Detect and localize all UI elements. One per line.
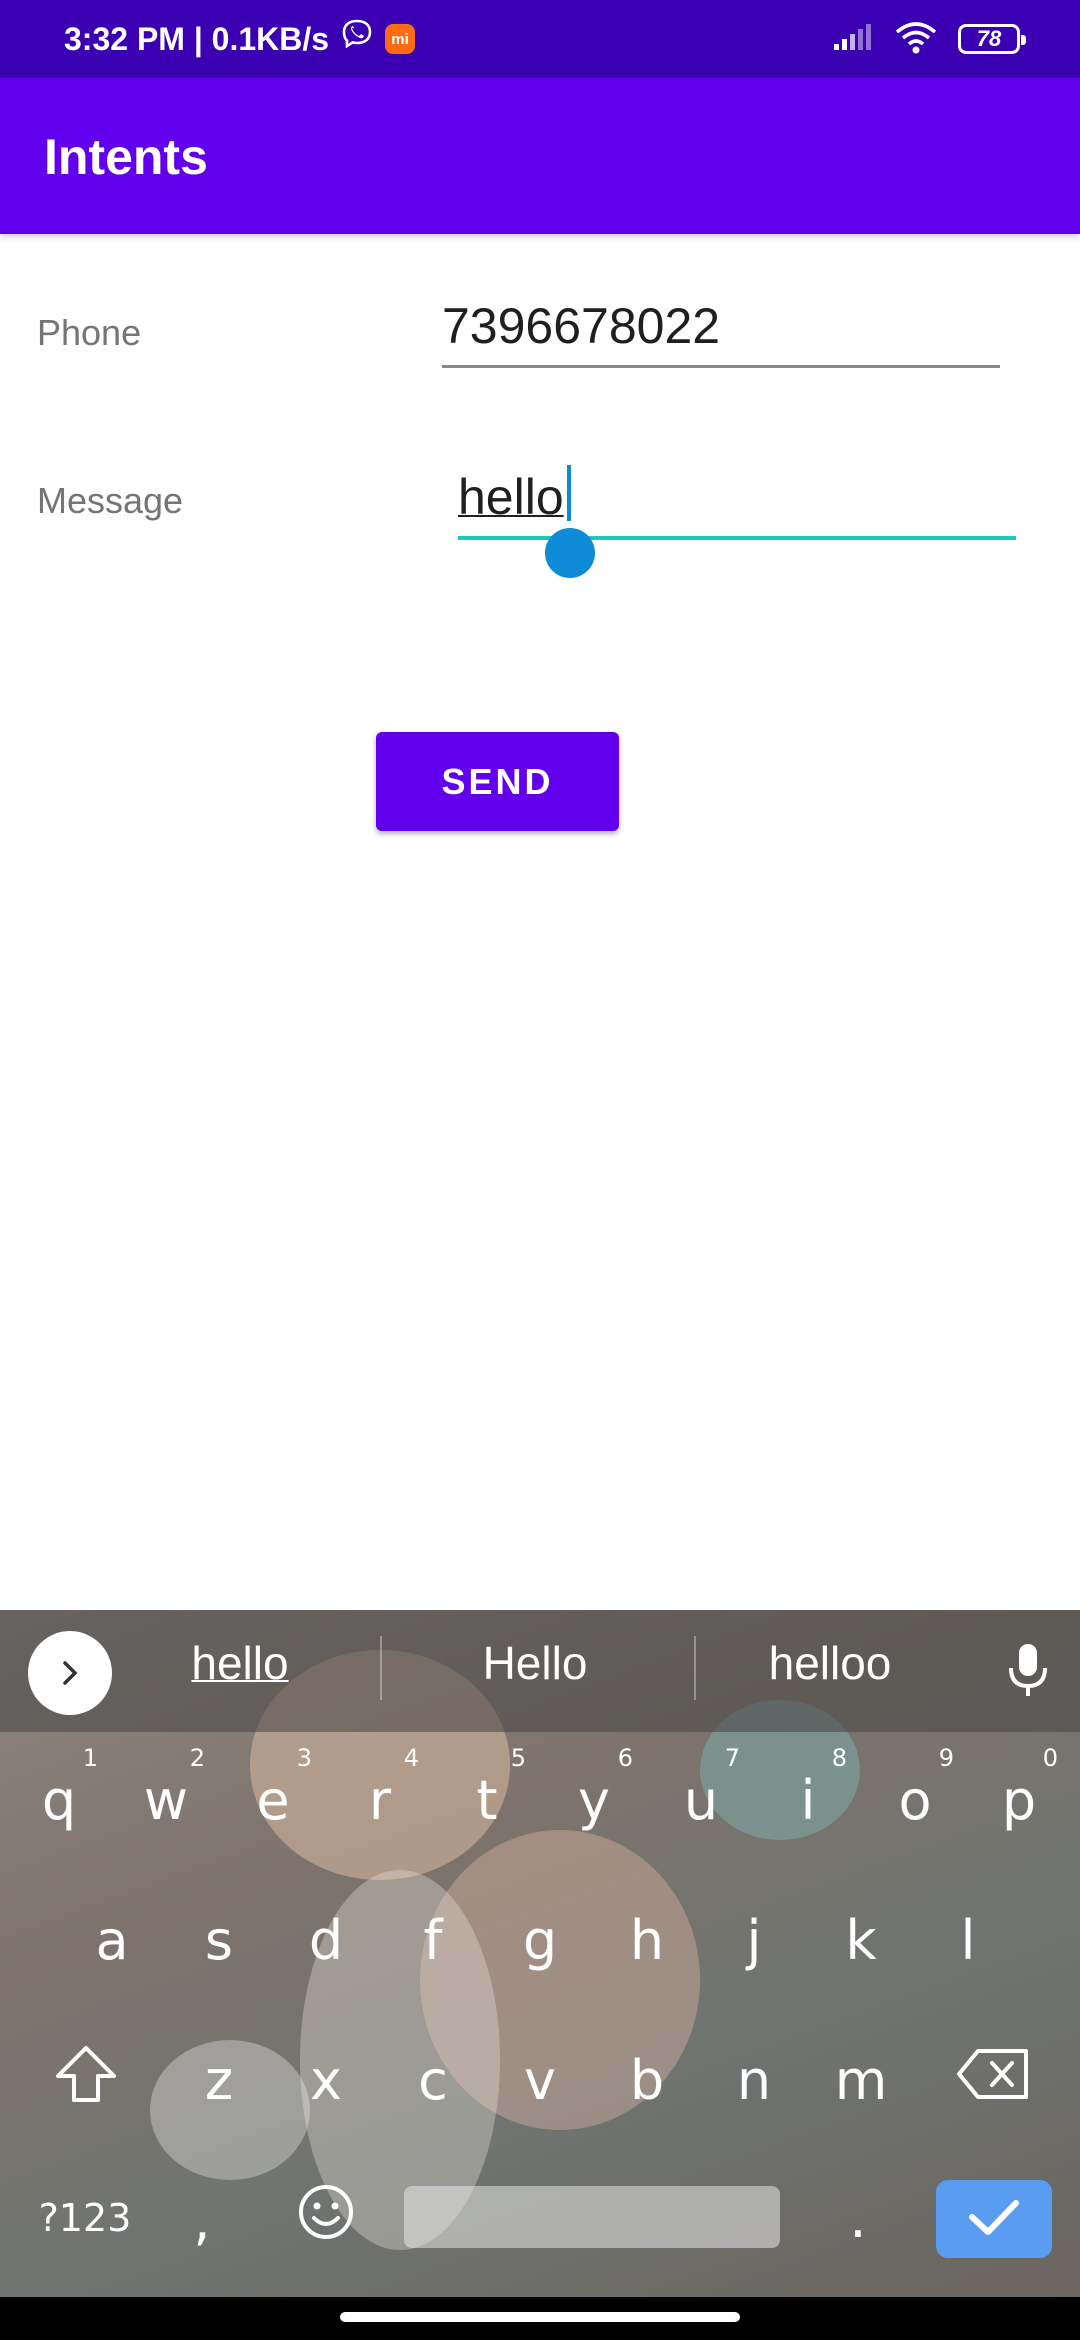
key-r[interactable]: r4 xyxy=(331,1744,429,1850)
message-input[interactable]: hello xyxy=(458,462,1016,540)
send-button[interactable]: SEND xyxy=(376,732,619,831)
mi-app-icon: mi xyxy=(385,24,416,54)
expand-toolbar-button[interactable] xyxy=(28,1631,112,1715)
symbols-key[interactable]: ?123 xyxy=(30,2168,140,2268)
key-i[interactable]: i8 xyxy=(759,1744,857,1850)
key-k[interactable]: k xyxy=(812,1890,910,1990)
key-a[interactable]: a xyxy=(63,1890,161,1990)
key-label: w xyxy=(143,1768,189,1832)
key-n[interactable]: n xyxy=(705,2030,803,2130)
key-label: e xyxy=(256,1768,290,1832)
key-h[interactable]: h xyxy=(598,1890,696,1990)
key-label: r xyxy=(368,1768,392,1832)
key-hint: 7 xyxy=(724,1744,740,1772)
status-bar: 3:32 PM | 0.1KB/s mi 78 xyxy=(0,0,1080,78)
key-d[interactable]: d xyxy=(277,1890,375,1990)
key-y[interactable]: y6 xyxy=(545,1744,643,1850)
key-z[interactable]: z xyxy=(170,2030,268,2130)
status-time-speed: 3:32 PM | 0.1KB/s xyxy=(64,20,330,57)
enter-key[interactable] xyxy=(936,2180,1052,2258)
message-label: Message xyxy=(37,480,184,521)
key-f[interactable]: f xyxy=(384,1890,482,1990)
key-hint: 2 xyxy=(189,1744,205,1772)
suggestion-3[interactable]: helloo xyxy=(740,1636,920,1690)
key-label: i xyxy=(800,1768,816,1832)
key-x[interactable]: x xyxy=(277,2030,375,2130)
key-hint: 6 xyxy=(617,1744,633,1772)
key-hint: 8 xyxy=(831,1744,847,1772)
key-label: q xyxy=(41,1768,77,1832)
key-l[interactable]: l xyxy=(919,1890,1017,1990)
backspace-key[interactable] xyxy=(944,2030,1042,2130)
navigation-bar xyxy=(0,2297,1080,2340)
home-indicator[interactable] xyxy=(340,2312,740,2322)
phone-input[interactable]: 7396678022 xyxy=(442,294,1000,368)
comma-key[interactable]: , xyxy=(172,2170,232,2270)
battery-icon: 78 xyxy=(958,24,1026,54)
suggestion-bar: hello Hello helloo xyxy=(0,1610,1080,1732)
cursor-handle[interactable] xyxy=(545,528,595,578)
suggestion-divider xyxy=(694,1636,696,1700)
key-hint: 0 xyxy=(1042,1744,1058,1772)
key-t[interactable]: t5 xyxy=(438,1744,536,1850)
shift-icon xyxy=(54,2044,118,2117)
status-right: 78 xyxy=(832,14,1026,64)
key-label: t xyxy=(476,1768,498,1832)
key-s[interactable]: s xyxy=(170,1890,268,1990)
suggestion-1[interactable]: hello xyxy=(150,1636,330,1690)
microphone-icon[interactable] xyxy=(1002,1640,1054,1700)
text-cursor xyxy=(567,465,571,521)
key-q[interactable]: q1 xyxy=(10,1744,108,1850)
space-key[interactable] xyxy=(404,2186,780,2248)
signal-icon xyxy=(832,22,874,57)
suggestion-divider xyxy=(380,1636,382,1700)
backspace-icon xyxy=(956,2047,1030,2114)
app-bar: Intents xyxy=(0,78,1080,234)
key-hint: 5 xyxy=(510,1744,526,1772)
key-j[interactable]: j xyxy=(705,1890,803,1990)
key-v[interactable]: v xyxy=(491,2030,589,2130)
phone-label: Phone xyxy=(37,312,142,353)
key-e[interactable]: e3 xyxy=(224,1744,322,1850)
message-value: hello xyxy=(458,469,564,525)
key-p[interactable]: p0 xyxy=(970,1744,1068,1850)
key-b[interactable]: b xyxy=(598,2030,696,2130)
key-o[interactable]: o9 xyxy=(866,1744,964,1850)
shift-key[interactable] xyxy=(37,2030,135,2130)
period-key[interactable]: . xyxy=(808,2168,908,2268)
phone-value: 7396678022 xyxy=(442,298,721,354)
emoji-key[interactable] xyxy=(277,2168,375,2268)
status-left: 3:32 PM | 0.1KB/s mi xyxy=(64,14,416,64)
key-label: u xyxy=(683,1768,719,1832)
key-hint: 9 xyxy=(938,1744,954,1772)
key-hint: 1 xyxy=(82,1744,98,1772)
key-c[interactable]: c xyxy=(384,2030,482,2130)
key-hint: 3 xyxy=(296,1744,312,1772)
checkmark-icon xyxy=(966,2195,1022,2244)
key-label: y xyxy=(578,1768,610,1832)
key-hint: 4 xyxy=(403,1744,419,1772)
emoji-icon xyxy=(297,2183,355,2254)
key-label: p xyxy=(1001,1768,1037,1832)
suggestion-2[interactable]: Hello xyxy=(445,1636,625,1690)
wifi-icon xyxy=(894,20,938,59)
key-m[interactable]: m xyxy=(812,2030,910,2130)
key-label: o xyxy=(898,1768,932,1832)
key-u[interactable]: u7 xyxy=(652,1744,750,1850)
key-g[interactable]: g xyxy=(491,1890,589,1990)
key-w[interactable]: w2 xyxy=(117,1744,215,1850)
viber-icon xyxy=(339,17,375,61)
app-title: Intents xyxy=(44,129,208,185)
